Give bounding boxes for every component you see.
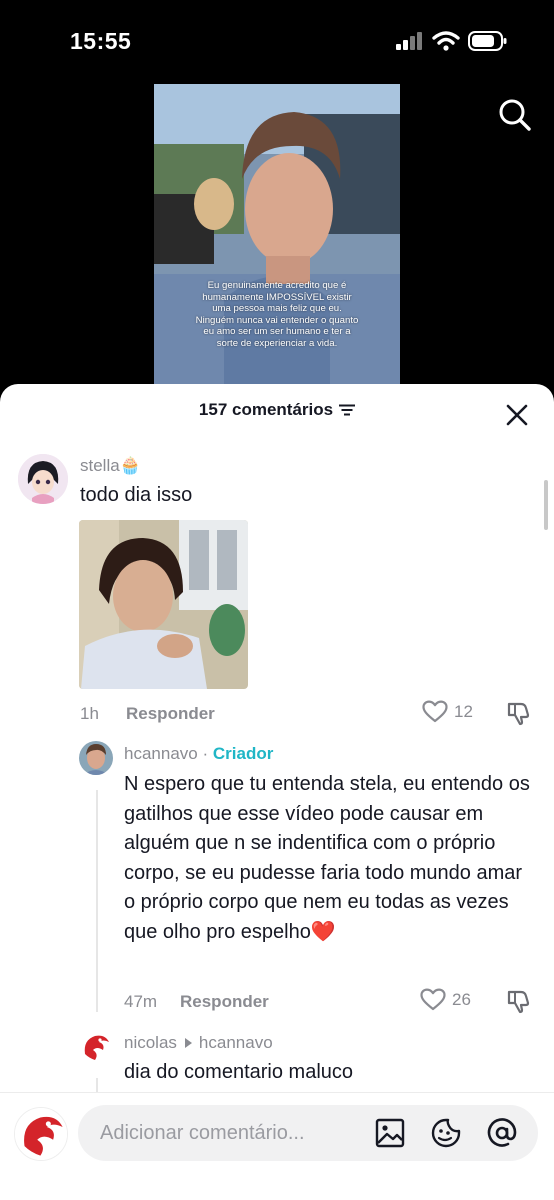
search-icon[interactable] <box>496 96 534 134</box>
mention-icon[interactable] <box>486 1117 518 1149</box>
reply-text: N espero que tu entenda stela, eu entend… <box>124 773 530 943</box>
reply-username: hcannavo · Criador <box>124 744 273 764</box>
reply-to-user[interactable]: hcannavo <box>199 1033 273 1053</box>
battery-icon <box>468 31 507 51</box>
comments-count: 157 comentários <box>198 400 334 419</box>
like-count: 26 <box>452 990 471 1009</box>
like-count: 12 <box>454 702 473 721</box>
close-icon[interactable] <box>504 402 530 428</box>
avatar[interactable] <box>18 454 68 504</box>
dislike-icon[interactable] <box>506 988 532 1014</box>
scrollbar[interactable] <box>544 480 548 530</box>
cellular-signal-icon <box>396 32 422 50</box>
comments-count-button[interactable]: 157 comentários <box>198 400 356 420</box>
heart-icon <box>420 988 446 1011</box>
comment-text: todo dia isso <box>80 484 193 506</box>
reply-author[interactable]: hcannavo <box>124 744 198 763</box>
creator-badge: Criador <box>212 744 274 763</box>
gif-image <box>79 520 248 689</box>
filter-icon <box>339 404 356 416</box>
my-avatar[interactable] <box>14 1107 68 1161</box>
image-icon[interactable] <box>374 1117 406 1149</box>
wifi-icon <box>432 31 460 51</box>
avatar-image <box>18 454 68 504</box>
reply-button[interactable]: Responder <box>180 992 269 1012</box>
comments-header: 157 comentários <box>0 400 554 430</box>
comment-input[interactable] <box>100 1117 360 1149</box>
reply-arrow-icon <box>184 1038 192 1048</box>
comments-sheet: 157 comentários stella🧁 todo dia isso 1h… <box>0 384 554 1200</box>
heart-icon <box>422 700 448 723</box>
dragon-logo-icon <box>15 1108 67 1160</box>
thread-line <box>96 790 98 1012</box>
avatar[interactable] <box>79 741 113 775</box>
avatar-image <box>79 741 113 775</box>
video-caption: Eu genuinamente acredito que é humanamen… <box>195 280 359 349</box>
avatar[interactable] <box>79 1030 113 1064</box>
reply-time: 47m <box>124 992 158 1011</box>
comment-username[interactable]: stella🧁 <box>80 456 141 476</box>
sticker-emoji-icon[interactable] <box>430 1117 462 1149</box>
reply-text: dia do comentario maluco <box>124 1061 354 1083</box>
comment-composer <box>0 1092 554 1200</box>
reply-button[interactable]: Responder <box>126 704 215 724</box>
dislike-icon[interactable] <box>506 700 532 726</box>
status-bar: 15:55 <box>0 0 554 84</box>
reply-username: nicolas hcannavo <box>124 1033 273 1053</box>
like-button[interactable]: 26 <box>420 988 471 1012</box>
comment-input-wrapper <box>78 1105 538 1161</box>
comment-time: 1h <box>80 704 99 723</box>
separator-dot: · <box>202 744 209 763</box>
status-time: 15:55 <box>70 28 132 54</box>
reply-author[interactable]: nicolas <box>124 1033 177 1053</box>
like-button[interactable]: 12 <box>422 700 473 724</box>
video-player[interactable]: Eu genuinamente acredito que é humanamen… <box>154 84 400 384</box>
comment-image[interactable] <box>79 520 248 689</box>
dragon-logo-icon <box>79 1030 113 1064</box>
